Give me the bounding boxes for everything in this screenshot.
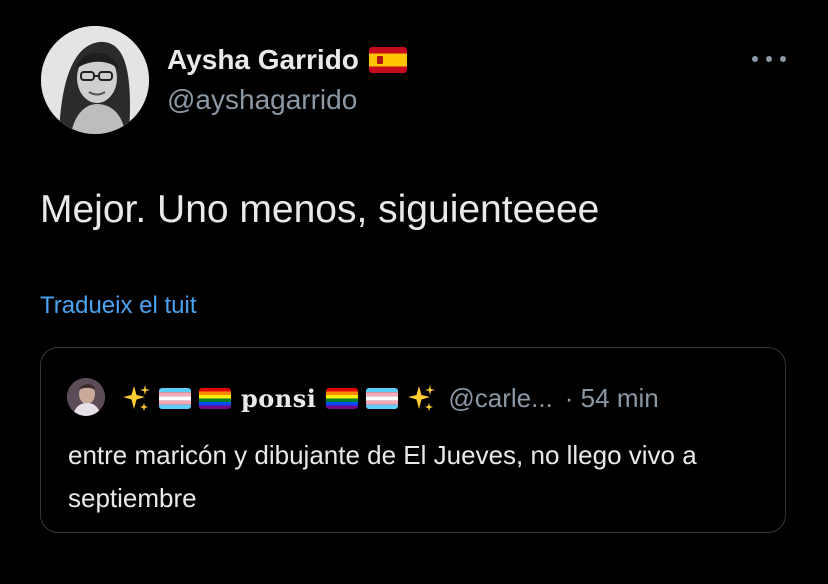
author-handle[interactable]: @ayshagarrido [167, 84, 357, 116]
tweet-text: Mejor. Uno menos, siguienteeee [40, 188, 600, 231]
rainbow-flag-icon [199, 387, 231, 409]
tweet-card: Aysha Garrido @ayshagarrido Mejor. Uno m… [0, 0, 828, 584]
author-avatar[interactable] [41, 26, 149, 134]
sparkles-icon [121, 383, 151, 413]
quoted-text: entre maricón y dibujante de El Jueves, … [68, 440, 697, 513]
quoted-tweet[interactable]: ponsi @carle... · 54 min entre maricón y… [40, 347, 786, 533]
quoted-avatar[interactable] [67, 378, 105, 416]
author-name-text[interactable]: Aysha Garrido [167, 44, 359, 76]
author-name[interactable]: Aysha Garrido [167, 44, 407, 76]
more-options-icon[interactable] [752, 48, 786, 70]
trans-flag-icon [159, 387, 191, 409]
sparkles-icon [406, 383, 436, 413]
quoted-timestamp[interactable]: · 54 min [565, 383, 659, 414]
quoted-display-name[interactable]: ponsi [241, 384, 316, 413]
trans-flag-icon [366, 387, 399, 409]
spain-flag-icon [368, 47, 407, 73]
rainbow-flag-icon [326, 387, 359, 409]
quoted-handle[interactable]: @carle... [448, 383, 552, 414]
translate-link[interactable]: Tradueix el tuit [40, 292, 197, 320]
quoted-header: ponsi @carle... · 54 min [121, 378, 659, 418]
